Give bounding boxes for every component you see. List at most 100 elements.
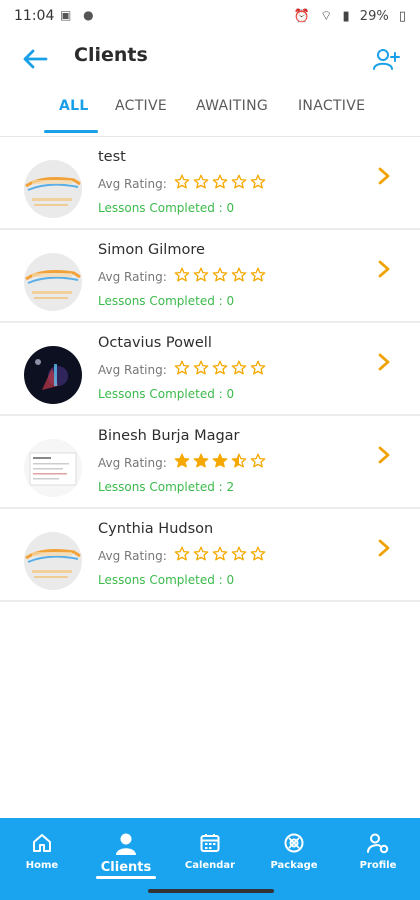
- rating-stars: [174, 267, 266, 283]
- driving-school-logo: [24, 253, 82, 311]
- driving-school-logo: [24, 160, 82, 218]
- arrow-left-icon: [23, 49, 48, 69]
- nav-calendar[interactable]: Calendar: [168, 832, 252, 871]
- client-filter-tabs: ALL ACTIVE AWAITING INACTIVE: [0, 90, 420, 137]
- star-icon: [231, 174, 247, 189]
- add-user-icon: [373, 49, 400, 70]
- nav-package[interactable]: Package: [252, 832, 336, 871]
- package-icon: [284, 833, 304, 853]
- rating-stars: [174, 453, 266, 469]
- back-button[interactable]: [18, 42, 52, 76]
- nav-clients[interactable]: Clients: [84, 832, 168, 875]
- star-icon: [250, 453, 266, 468]
- star-icon: [212, 453, 228, 468]
- rating-stars: [174, 360, 266, 376]
- chevron-right-icon[interactable]: [376, 351, 392, 373]
- client-row[interactable]: Binesh Burja Magar Avg Rating: Lessons Com…: [0, 416, 420, 509]
- client-list: test Avg Rating: Lessons Completed : 0 Simo…: [0, 137, 420, 602]
- lessons-completed: Lessons Completed : 0: [98, 573, 235, 587]
- star-icon: [193, 453, 209, 468]
- app-header: Clients: [0, 32, 420, 84]
- chevron-right-icon[interactable]: [376, 444, 392, 466]
- lessons-completed: Lessons Completed : 0: [98, 201, 235, 215]
- nav-profile[interactable]: Profile: [336, 832, 420, 871]
- notification-icons: ▣ ●: [60, 8, 98, 22]
- system-home-bar[interactable]: [148, 889, 274, 893]
- avg-rating-label: Avg Rating:: [98, 270, 167, 284]
- client-photo: [24, 439, 82, 497]
- bottom-navigation: Home Clients Calendar Package Profile: [0, 818, 420, 900]
- star-icon: [231, 360, 247, 375]
- alarm-icon: ⏰: [293, 9, 310, 24]
- star-icon: [193, 174, 209, 189]
- star-icon: [250, 174, 266, 189]
- battery-icon: ▯: [398, 9, 406, 24]
- client-name: test: [98, 149, 126, 165]
- star-icon: [174, 360, 190, 375]
- star-icon: [212, 174, 228, 189]
- status-bar: 11:04 ▣ ● ⏰ ⌔ ▮ 29% ▯: [0, 0, 420, 32]
- page-title: Clients: [74, 44, 148, 66]
- nav-home-label: Home: [25, 860, 59, 871]
- profile-settings-icon: [367, 833, 389, 854]
- tab-active[interactable]: ACTIVE: [115, 98, 167, 114]
- client-row[interactable]: Simon Gilmore Avg Rating: Lessons Complete…: [0, 230, 420, 323]
- chevron-right-icon[interactable]: [376, 258, 392, 280]
- nav-home[interactable]: Home: [0, 832, 84, 871]
- star-icon: [231, 453, 247, 468]
- tab-inactive[interactable]: INACTIVE: [298, 98, 365, 114]
- nav-profile-label: Profile: [359, 860, 397, 871]
- client-avatar: [24, 532, 82, 590]
- client-name: Cynthia Hudson: [98, 521, 214, 537]
- star-icon: [193, 360, 209, 375]
- nav-clients-label: Clients: [100, 860, 152, 875]
- avg-rating-label: Avg Rating:: [98, 456, 167, 470]
- client-row[interactable]: Octavius Powell Avg Rating: Lessons Comple…: [0, 323, 420, 416]
- avg-rating-label: Avg Rating:: [98, 549, 167, 563]
- star-icon: [212, 267, 228, 282]
- star-icon: [174, 267, 190, 282]
- client-name: Octavius Powell: [98, 335, 212, 351]
- client-row[interactable]: test Avg Rating: Lessons Completed : 0: [0, 137, 420, 230]
- driving-school-logo: [24, 532, 82, 590]
- nav-package-label: Package: [270, 860, 318, 871]
- status-right: ⏰ ⌔ ▮ 29% ▯: [288, 8, 406, 24]
- avg-rating-label: Avg Rating:: [98, 363, 167, 377]
- client-name: Simon Gilmore: [98, 242, 205, 258]
- calendar-icon: [200, 834, 220, 852]
- tab-all[interactable]: ALL: [59, 98, 89, 114]
- star-icon: [212, 360, 228, 375]
- lessons-completed: Lessons Completed : 0: [98, 294, 235, 308]
- star-icon: [193, 546, 209, 561]
- lessons-completed: Lessons Completed : 0: [98, 387, 235, 401]
- star-icon: [231, 546, 247, 561]
- add-client-button[interactable]: [370, 42, 404, 76]
- star-icon: [250, 267, 266, 282]
- rating-stars: [174, 546, 266, 562]
- status-time: 11:04: [14, 8, 55, 24]
- home-icon: [33, 834, 51, 852]
- user-icon: [116, 833, 136, 855]
- tab-awaiting[interactable]: AWAITING: [196, 98, 268, 114]
- client-avatar: [24, 160, 82, 218]
- client-avatar: [24, 346, 82, 404]
- battery-level: 29%: [359, 9, 389, 24]
- client-name: Binesh Burja Magar: [98, 428, 240, 444]
- star-icon: [174, 453, 190, 468]
- wifi-icon: ⌔: [320, 9, 333, 24]
- chevron-right-icon[interactable]: [376, 165, 392, 187]
- star-icon: [231, 267, 247, 282]
- avg-rating-label: Avg Rating:: [98, 177, 167, 191]
- star-icon: [193, 267, 209, 282]
- client-photo: [24, 346, 82, 404]
- lessons-completed: Lessons Completed : 2: [98, 480, 235, 494]
- client-row[interactable]: Cynthia Hudson Avg Rating: Lessons Complet…: [0, 509, 420, 602]
- chevron-right-icon[interactable]: [376, 537, 392, 559]
- nav-calendar-label: Calendar: [184, 860, 236, 871]
- star-icon: [250, 546, 266, 561]
- star-icon: [174, 174, 190, 189]
- active-nav-indicator: [96, 876, 156, 879]
- star-icon: [174, 546, 190, 561]
- client-avatar: [24, 253, 82, 311]
- signal-icon: ▮: [342, 9, 350, 24]
